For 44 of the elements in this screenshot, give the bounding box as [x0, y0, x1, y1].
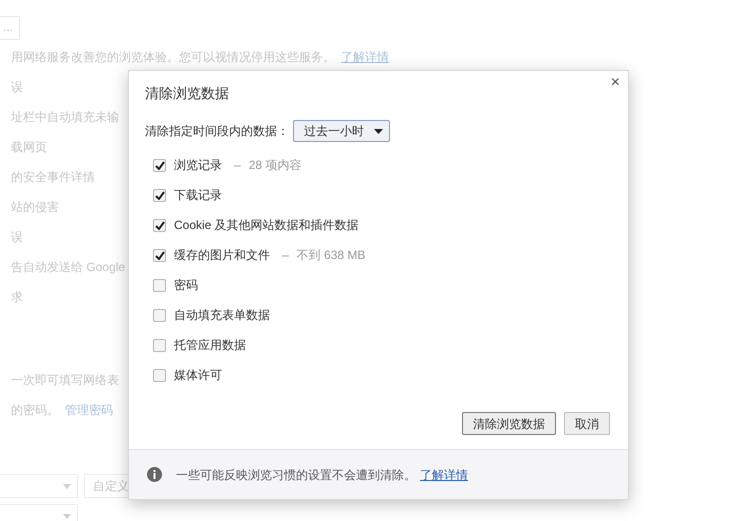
option-detail: 28 项内容 — [248, 157, 302, 174]
close-button[interactable]: × — [610, 75, 620, 91]
info-icon — [147, 467, 162, 482]
setting-text: 用网络服务改善您的浏览体验。您可以视情况停用这些服务。 — [11, 49, 335, 66]
checkbox[interactable] — [153, 338, 166, 352]
dialog-title: 清除浏览数据 — [145, 84, 230, 103]
checkbox[interactable] — [153, 368, 166, 382]
setting-text: 一次即可填写网络表 — [11, 372, 119, 389]
clear-data-button[interactable]: 清除浏览数据 — [462, 412, 556, 435]
setting-text: 站的侵害 — [11, 199, 59, 216]
checkbox[interactable] — [153, 188, 166, 202]
option-label: 托管应用数据 — [174, 337, 246, 354]
dash-separator: – — [234, 157, 241, 174]
setting-text: 的密码。 — [11, 402, 59, 419]
checkbox[interactable] — [153, 218, 166, 232]
option-detail: 不到 638 MB — [296, 247, 366, 264]
option-label: 媒体许可 — [174, 367, 222, 384]
cancel-button[interactable]: 取消 — [564, 412, 610, 435]
setting-text: 告自动发送给 Google — [11, 259, 126, 276]
caret-icon — [63, 484, 71, 488]
checkbox[interactable] — [153, 278, 166, 292]
caret-icon — [63, 514, 71, 518]
dropdown[interactable] — [0, 474, 78, 498]
option-label: 缓存的图片和文件 — [174, 247, 270, 264]
setting-text: 求 — [11, 289, 23, 306]
caret-icon — [374, 128, 383, 134]
setting-text: 误 — [11, 229, 23, 246]
learn-more-link[interactable]: 了解详情 — [420, 466, 468, 484]
option-label: 密码 — [174, 277, 198, 294]
setting-text: 的安全事件详情 — [11, 169, 95, 186]
setting-text: 载网页 — [11, 139, 47, 156]
dash-separator: – — [282, 247, 289, 264]
checkbox[interactable] — [153, 158, 166, 172]
range-label: 清除指定时间段内的数据： — [145, 123, 289, 140]
setting-text: 误 — [11, 79, 23, 96]
option-label: 下载记录 — [174, 187, 222, 204]
footer-text: 一些可能反映浏览习惯的设置不会遭到清除。 — [176, 466, 416, 484]
time-range-dropdown[interactable]: 过去一小时 — [293, 120, 390, 142]
option-label: 自动填充表单数据 — [174, 307, 270, 324]
option-label: 浏览记录 — [174, 157, 222, 174]
option-label: Cookie 及其他网站数据和插件数据 — [174, 217, 359, 234]
checkbox[interactable] — [153, 248, 166, 262]
checkbox[interactable] — [153, 308, 166, 322]
setting-text: 址栏中自动填充未输 — [11, 109, 119, 126]
